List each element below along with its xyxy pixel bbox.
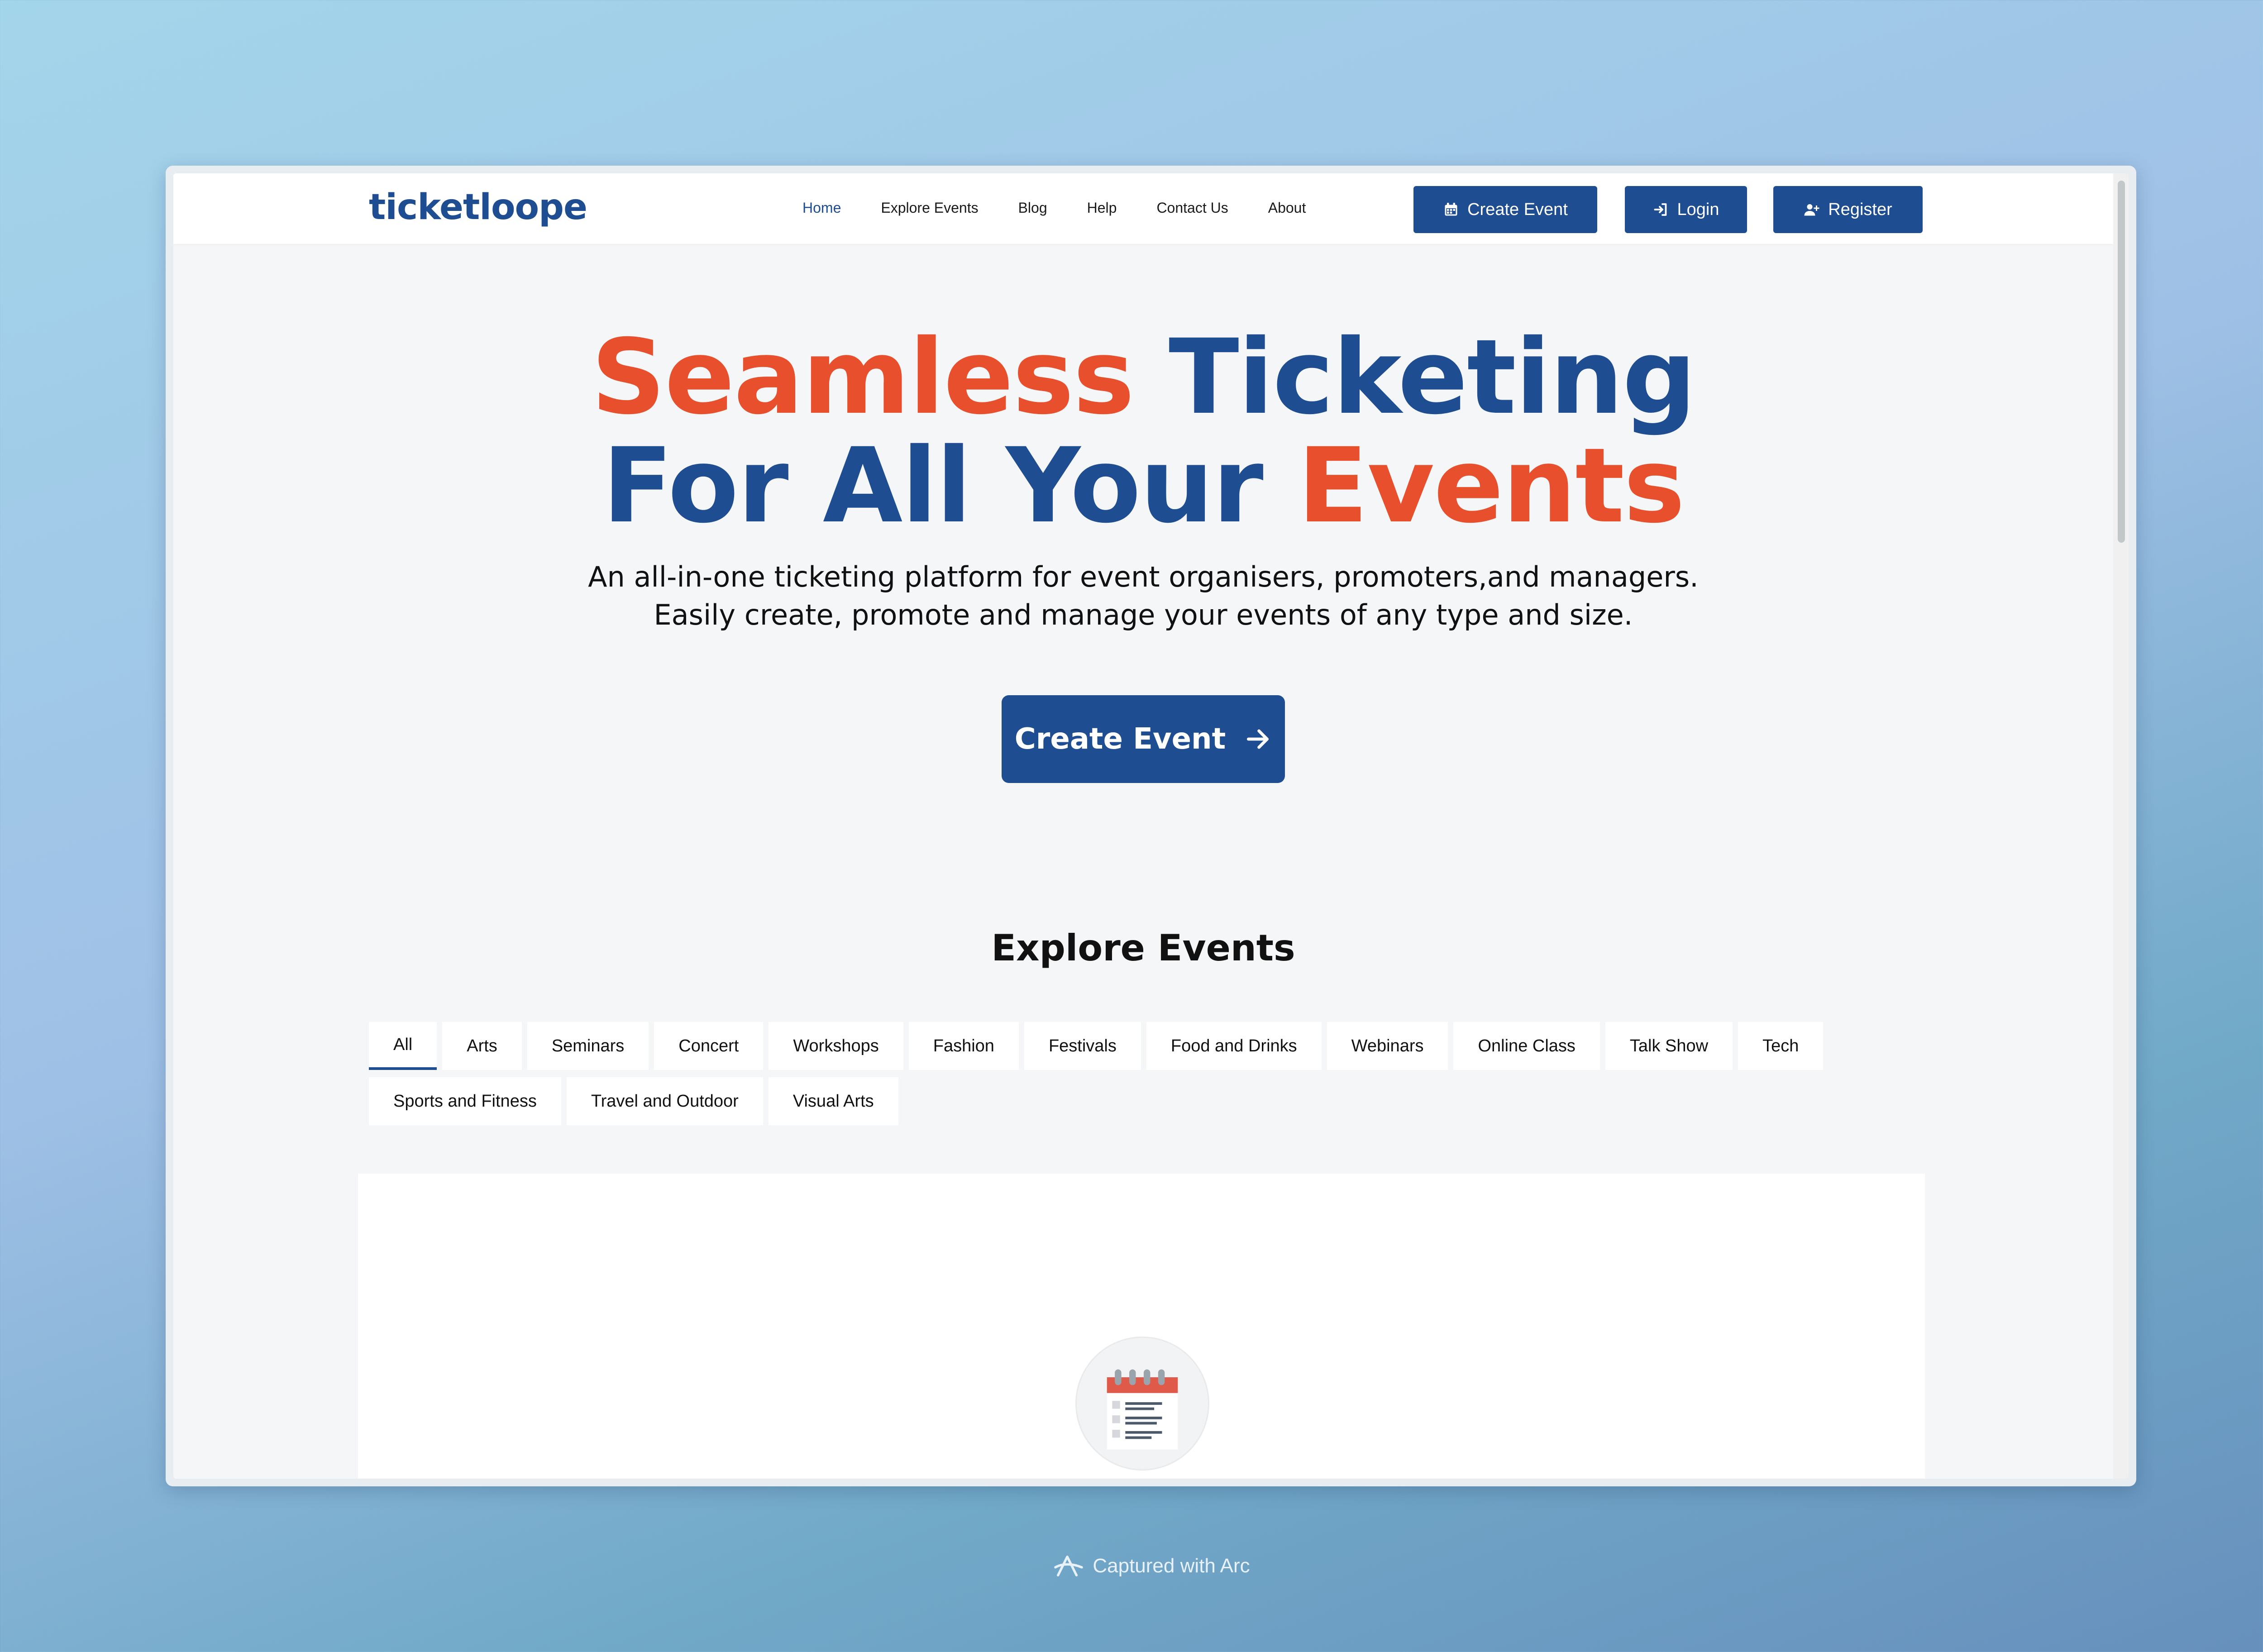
nav-links: Home Explore Events Blog Help Contact Us… <box>802 200 1346 216</box>
page-scrollbar[interactable] <box>2113 173 2129 1479</box>
tab-webinars[interactable]: Webinars <box>1327 1022 1448 1070</box>
events-list-panel <box>358 1174 1925 1479</box>
tab-visual-arts[interactable]: Visual Arts <box>768 1077 898 1125</box>
nav-link-about[interactable]: About <box>1268 200 1306 216</box>
top-navbar: ticketloope Home Explore Events Blog Hel… <box>173 173 2113 244</box>
nav-link-contact-us[interactable]: Contact Us <box>1156 200 1228 216</box>
captured-with-arc-badge: Captured with Arc <box>0 1552 2263 1580</box>
hero-title: Seamless Ticketing For All Your Events <box>173 323 2113 540</box>
hero-subtitle-line-1: An all-in-one ticketing platform for eve… <box>588 560 1699 593</box>
user-plus-icon <box>1804 204 1819 216</box>
tab-travel-and-outdoor[interactable]: Travel and Outdoor <box>566 1077 763 1125</box>
nav-link-help[interactable]: Help <box>1087 200 1117 216</box>
tab-workshops[interactable]: Workshops <box>769 1022 903 1070</box>
tab-seminars[interactable]: Seminars <box>527 1022 649 1070</box>
tab-tech[interactable]: Tech <box>1738 1022 1824 1070</box>
tab-fashion[interactable]: Fashion <box>908 1022 1019 1070</box>
tab-sports-and-fitness[interactable]: Sports and Fitness <box>369 1077 561 1125</box>
hero-create-event-button[interactable]: Create Event <box>1002 695 1285 783</box>
tab-online-class[interactable]: Online Class <box>1453 1022 1600 1070</box>
category-tabs-row-1: All Arts Seminars Concert Workshops Fash… <box>369 1022 1824 1070</box>
tab-food-and-drinks[interactable]: Food and Drinks <box>1146 1022 1322 1070</box>
sign-in-icon <box>1654 203 1666 216</box>
nav-link-home[interactable]: Home <box>802 200 841 216</box>
tab-all[interactable]: All <box>369 1022 437 1070</box>
tab-concert[interactable]: Concert <box>654 1022 764 1070</box>
browser-window: ticketloope Home Explore Events Blog Hel… <box>166 166 2136 1486</box>
tab-talk-show[interactable]: Talk Show <box>1605 1022 1733 1070</box>
register-label: Register <box>1828 200 1892 219</box>
hero-title-word-events: Events <box>1298 425 1685 546</box>
empty-events-calendar-icon <box>1075 1337 1209 1471</box>
nav-create-event-label: Create Event <box>1467 200 1568 219</box>
login-label: Login <box>1677 200 1719 219</box>
nav-link-blog[interactable]: Blog <box>1018 200 1047 216</box>
scrollbar-thumb[interactable] <box>2118 181 2125 543</box>
captured-with-arc-text: Captured with Arc <box>1093 1555 1250 1577</box>
nav-link-explore-events[interactable]: Explore Events <box>881 200 978 216</box>
tab-festivals[interactable]: Festivals <box>1024 1022 1141 1070</box>
calendar-icon <box>1445 203 1457 216</box>
arc-logo-icon <box>1054 1555 1084 1577</box>
hero-title-word-ticketing: Ticketing <box>1169 317 1696 437</box>
category-tabs-row-2: Sports and Fitness Travel and Outdoor Vi… <box>369 1077 898 1125</box>
explore-events-title: Explore Events <box>991 927 1295 969</box>
hero-title-word-seamless: Seamless <box>591 317 1134 437</box>
nav-create-event-button[interactable]: Create Event <box>1413 186 1597 233</box>
site-logo[interactable]: ticketloope <box>369 187 587 228</box>
hero-create-event-label: Create Event <box>1014 722 1226 756</box>
hero-title-for-all-your: For All Your <box>602 425 1264 546</box>
hero-subtitle-line-2: Easily create, promote and manage your e… <box>654 598 1633 631</box>
login-button[interactable]: Login <box>1625 186 1747 233</box>
register-button[interactable]: Register <box>1773 186 1923 233</box>
tab-arts[interactable]: Arts <box>442 1022 522 1070</box>
page-viewport: ticketloope Home Explore Events Blog Hel… <box>173 173 2129 1479</box>
hero-subtitle: An all-in-one ticketing platform for eve… <box>173 558 2113 634</box>
arrow-right-icon <box>1247 729 1269 749</box>
